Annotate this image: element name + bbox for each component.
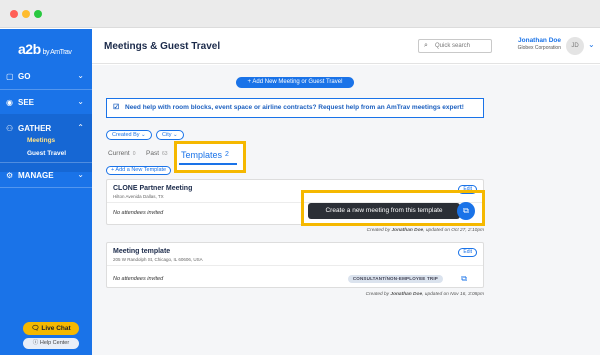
help-banner[interactable]: ☑ Need help with room blocks, event spac… (106, 98, 484, 118)
sidebar-group-label: GO (18, 72, 31, 81)
suitcase-icon: ▢ (6, 72, 14, 81)
sidebar-group-go[interactable]: ▢ GO ⌄ (0, 64, 92, 90)
gear-icon: ⚙ (6, 171, 14, 180)
attendees-status: No attendees invited (113, 276, 164, 282)
created-prefix: Created by (366, 228, 392, 233)
external-link-icon: ☑ (113, 104, 120, 111)
template-address: 205 W Randolph St, Chicago, IL 60606, US… (113, 257, 203, 262)
help-center-button[interactable]: ⓘ Help Center (23, 338, 79, 349)
sidebar-group-manage[interactable]: ⚙ MANAGE ⌄ (0, 162, 92, 188)
copy-icon: ⧉ (463, 206, 469, 215)
sidebar-group-label: MANAGE (18, 171, 54, 180)
tab-past[interactable]: Past 63 (146, 150, 168, 157)
search-icon: ⌕ (424, 42, 428, 49)
logo-text: a2b (18, 41, 41, 57)
sidebar-group-see[interactable]: ◉ SEE ⌄ (0, 90, 92, 116)
created-prefix: Created by (365, 292, 391, 297)
template-address: Hilton Avenida Dallas, TX (113, 194, 164, 199)
sidebar-group-label: GATHER (18, 124, 52, 133)
filter-city[interactable]: City ⌄ (156, 130, 184, 140)
filter-label: Created By (112, 132, 140, 138)
chat-icon: 🗨 (31, 325, 40, 332)
close-window-button[interactable] (10, 10, 18, 18)
banner-text: Need help with room blocks, event space … (125, 104, 464, 111)
chevron-down-icon: ⌄ (77, 97, 84, 106)
filter-created-by[interactable]: Created By ⌄ (106, 130, 152, 140)
minimize-window-button[interactable] (22, 10, 30, 18)
help-center-label: Help Center (39, 340, 70, 346)
app-window: a2b by AmTrav ▢ GO ⌄ ◉ SEE ⌄ ⚇ GATHER ⌃ M… (0, 0, 600, 355)
created-by: Jonathan Doe (391, 228, 424, 233)
tab-count: 63 (162, 151, 168, 157)
attendees-status: No attendees invited (113, 210, 164, 216)
user-org: Globex Corporation (517, 45, 561, 51)
tab-label: Current (108, 150, 130, 157)
chevron-up-icon: ⌃ (77, 123, 84, 132)
template-title[interactable]: Meeting template (113, 248, 170, 255)
people-icon: ⚇ (6, 124, 14, 133)
chevron-down-icon: ⌄ (77, 71, 84, 80)
search-input[interactable]: ⌕ Quick search (418, 39, 492, 53)
sidebar-item-meetings[interactable]: Meetings (27, 137, 55, 144)
chevron-down-icon[interactable]: ⌄ (588, 40, 595, 49)
main-content: + Add New Meeting or Guest Travel ☑ Need… (92, 65, 600, 355)
edit-template-button[interactable]: Edit (458, 248, 477, 257)
logo-subtext: by AmTrav (42, 49, 72, 56)
chevron-down-icon: ⌄ (77, 170, 84, 179)
add-meeting-button[interactable]: + Add New Meeting or Guest Travel (236, 77, 354, 88)
highlight-box-templates (174, 141, 246, 173)
sidebar-group-label: SEE (18, 98, 35, 107)
copy-icon[interactable]: ⧉ (461, 274, 467, 284)
live-chat-label: Live Chat (41, 325, 71, 332)
template-title[interactable]: CLONE Partner Meeting (113, 185, 192, 192)
created-suffix: , updated on Oct 27, 2:10pm (423, 228, 484, 233)
logo[interactable]: a2b by AmTrav (18, 41, 72, 57)
tooltip: Create a new meeting from this template (308, 203, 460, 219)
user-name[interactable]: Jonathan Doe (508, 37, 561, 44)
created-suffix: , updated on Nov 16, 3:08pm (422, 292, 484, 297)
created-info: Created by Jonathan Doe, updated on Nov … (366, 292, 484, 297)
create-from-template-button[interactable]: ⧉ (457, 202, 475, 220)
top-header: Meetings & Guest Travel ⌕ Quick search J… (92, 29, 600, 64)
filter-label: City (162, 132, 172, 138)
template-card: Meeting template 205 W Randolph St, Chic… (106, 242, 484, 288)
chevron-down-icon: ⌄ (173, 132, 178, 138)
help-icon: ⓘ (32, 340, 39, 346)
avatar[interactable]: JD (566, 37, 584, 55)
search-placeholder: Quick search (435, 43, 471, 49)
created-by: Jonathan Doe (390, 292, 423, 297)
live-chat-button[interactable]: 🗨 Live Chat (23, 322, 79, 335)
tab-label: Past (146, 150, 160, 157)
tab-current[interactable]: Current 0 (108, 150, 135, 157)
add-template-button[interactable]: + Add a New Template (106, 166, 172, 175)
created-info: Created by Jonathan Doe, updated on Oct … (367, 228, 484, 233)
window-titlebar (0, 0, 600, 28)
chevron-down-icon: ⌄ (141, 132, 146, 138)
divider (107, 265, 483, 266)
sidebar: a2b by AmTrav ▢ GO ⌄ ◉ SEE ⌄ ⚇ GATHER ⌃ M… (0, 29, 92, 355)
eye-icon: ◉ (6, 98, 13, 107)
trip-type-badge: CONSULTANT/NON-EMPLOYEE TRIP (347, 275, 443, 283)
maximize-window-button[interactable] (34, 10, 42, 18)
sidebar-item-guest-travel[interactable]: Guest Travel (27, 150, 66, 157)
tab-count: 0 (132, 151, 136, 157)
page-title: Meetings & Guest Travel (104, 41, 221, 52)
